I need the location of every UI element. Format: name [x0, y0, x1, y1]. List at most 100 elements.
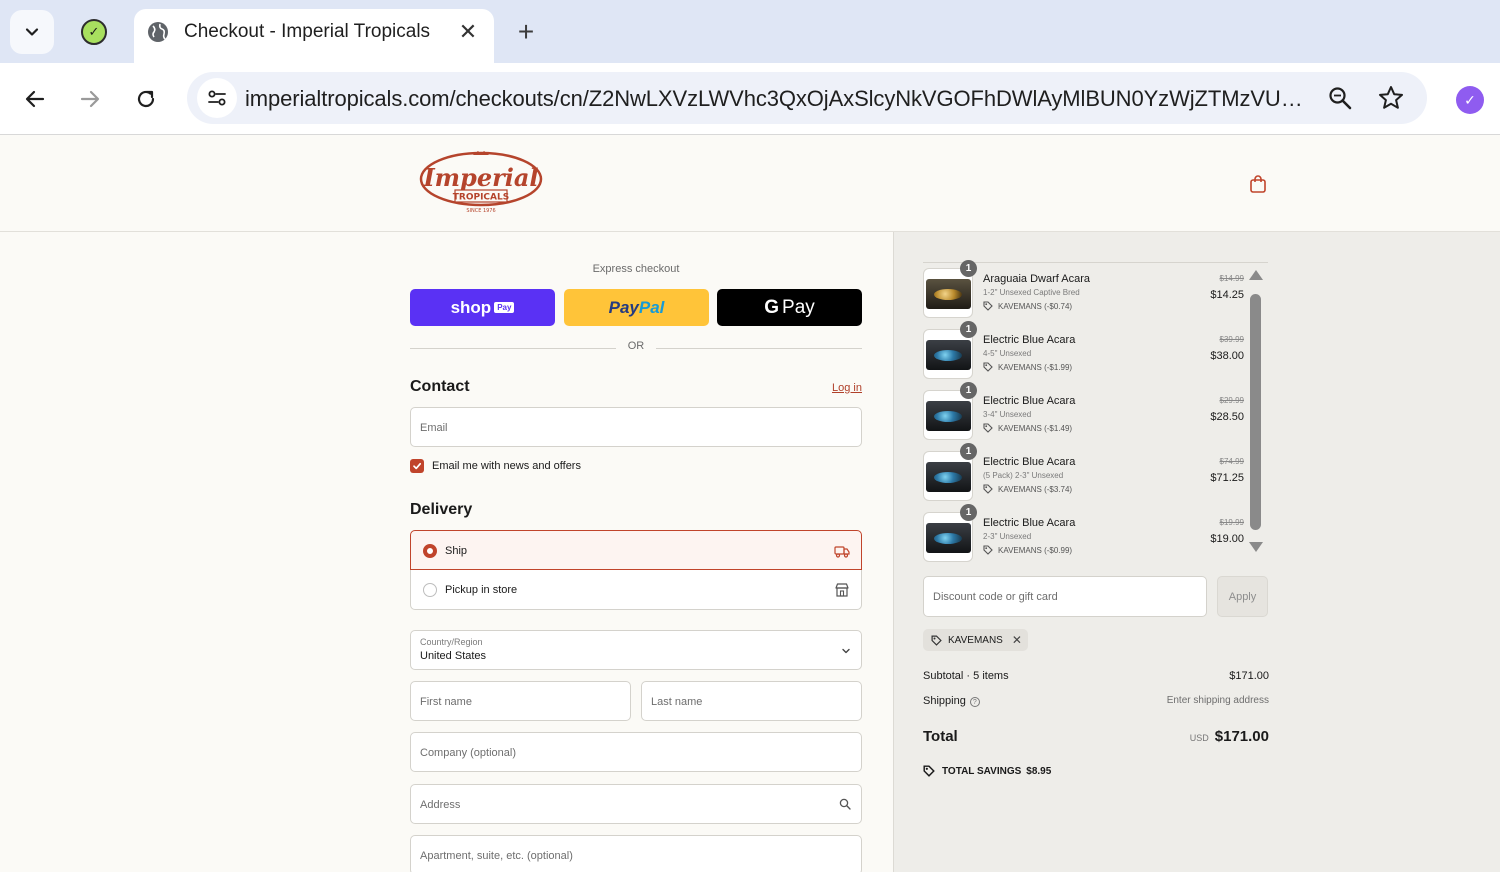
total-currency: USD	[1189, 733, 1209, 743]
total-label: Total	[923, 728, 958, 745]
ship-radio[interactable]	[423, 544, 437, 558]
site-info-button[interactable]	[197, 78, 237, 118]
product-discount-text: KAVEMANS (-$1.99)	[998, 362, 1073, 372]
tag-icon	[983, 362, 993, 372]
applied-discount-chip: KAVEMANS ✕	[923, 629, 1028, 651]
country-value: United States	[420, 650, 487, 662]
zoom-icon[interactable]	[1327, 85, 1353, 111]
shipping-label: Shipping	[923, 695, 966, 707]
close-tab-icon[interactable]: ✕	[456, 19, 480, 44]
last-name-field[interactable]: Last name	[641, 681, 862, 721]
product-variant: 1-2" Unsexed Captive Bred	[983, 288, 1080, 297]
pinned-tab[interactable]: ✓	[76, 14, 112, 50]
tag-icon	[983, 423, 993, 433]
subtotal-row: Subtotal · 5 items $171.00	[923, 670, 1269, 686]
delivery-method-group: Ship Pickup in store	[410, 530, 862, 610]
shipping-label-group: Shipping?	[923, 695, 980, 707]
product-name: Electric Blue Acara	[983, 456, 1076, 468]
apply-discount-button[interactable]: Apply	[1217, 576, 1268, 617]
scroll-down-arrow-icon[interactable]	[1249, 542, 1263, 552]
product-variant: 2-3" Unsexed	[983, 532, 1032, 541]
original-price: $29.99	[1219, 396, 1244, 405]
savings-value: $8.95	[1026, 765, 1052, 777]
email-placeholder: Email	[420, 422, 448, 434]
quantity-badge: 1	[960, 504, 977, 521]
fish-photo-icon	[934, 350, 962, 361]
ship-label: Ship	[445, 545, 468, 557]
last-name-placeholder: Last name	[651, 696, 703, 708]
fish-photo-icon	[934, 411, 962, 422]
help-icon[interactable]: ?	[969, 697, 980, 707]
product-photo	[926, 462, 971, 492]
bookmark-star-icon[interactable]	[1377, 84, 1405, 112]
shipping-row: Shipping? Enter shipping address	[923, 695, 1269, 711]
log-in-link[interactable]: Log in	[820, 382, 862, 394]
first-name-field[interactable]: First name	[410, 681, 631, 721]
product-discount: KAVEMANS (-$0.74)	[983, 301, 1072, 311]
apartment-field[interactable]: Apartment, suite, etc. (optional)	[410, 835, 862, 872]
shop-pay-wordmark: shop	[450, 297, 492, 317]
discounted-price: $28.50	[1210, 411, 1244, 423]
paypal-wordmark-a: Pay	[608, 297, 639, 317]
email-field[interactable]: Email	[410, 407, 862, 447]
original-price: $19.99	[1219, 518, 1244, 527]
savings-tag-icon	[923, 765, 935, 777]
address-placeholder: Address	[420, 799, 461, 811]
shopping-bag-icon[interactable]	[1249, 174, 1267, 194]
address-bar[interactable]: imperialtropicals.com/checkouts/cn/Z2NwL…	[187, 72, 1427, 124]
company-field[interactable]: Company (optional)	[410, 732, 862, 772]
imperial-tropicals-logo[interactable]: Imperial TROPICALS SINCE 1976	[418, 150, 544, 216]
pickup-option[interactable]: Pickup in store	[410, 570, 862, 610]
google-g-icon: G	[764, 296, 780, 318]
product-photo	[926, 401, 971, 431]
total-amount: USD $171.00	[1190, 728, 1269, 745]
address-field[interactable]: Address	[410, 784, 862, 824]
quantity-badge: 1	[960, 382, 977, 399]
product-photo	[926, 523, 971, 553]
chevron-down-icon	[25, 28, 39, 36]
shop-pay-button[interactable]: shop Pay	[410, 289, 555, 326]
cart-item-list: 1 Araguaia Dwarf Acara 1-2" Unsexed Capt…	[923, 260, 1268, 562]
apartment-placeholder: Apartment, suite, etc. (optional)	[420, 850, 573, 862]
remove-discount-icon[interactable]: ✕	[1012, 633, 1022, 647]
fish-photo-icon	[934, 533, 962, 544]
pickup-radio[interactable]	[423, 583, 437, 597]
cart-scrollbar[interactable]	[1249, 268, 1263, 556]
profile-avatar-icon[interactable]: ✓	[1456, 86, 1484, 114]
product-variant: 4-5" Unsexed	[983, 349, 1032, 358]
product-discount-text: KAVEMANS (-$0.74)	[998, 301, 1073, 311]
country-select[interactable]: Country/Region United States	[410, 630, 862, 670]
company-placeholder: Company (optional)	[420, 747, 516, 759]
active-tab[interactable]: Checkout - Imperial Tropicals ✕	[134, 9, 494, 63]
delivery-heading: Delivery	[410, 501, 473, 518]
product-name: Electric Blue Acara	[983, 517, 1076, 529]
google-pay-button[interactable]: G Pay	[717, 289, 862, 326]
url-text[interactable]: imperialtropicals.com/checkouts/cn/Z2NwL…	[245, 86, 1313, 112]
product-name: Araguaia Dwarf Acara	[983, 273, 1090, 285]
quantity-badge: 1	[960, 260, 977, 277]
product-discount: KAVEMANS (-$1.99)	[983, 362, 1072, 372]
subtotal-value: $171.00	[1229, 670, 1269, 682]
express-checkout-label: Express checkout	[592, 263, 680, 275]
forward-button[interactable]	[72, 81, 108, 117]
tag-icon	[983, 545, 993, 555]
discounted-price: $71.25	[1210, 472, 1244, 484]
back-button[interactable]	[17, 81, 53, 117]
ship-option[interactable]: Ship	[410, 530, 862, 570]
or-label: OR	[627, 340, 645, 352]
new-tab-button[interactable]: +	[512, 18, 540, 46]
newsletter-checkbox[interactable]	[410, 459, 424, 473]
svg-text:Imperial: Imperial	[422, 163, 538, 192]
product-name: Electric Blue Acara	[983, 395, 1076, 407]
scrollbar-thumb[interactable]	[1250, 294, 1261, 530]
cart-item: 1 Electric Blue Acara 4-5" Unsexed KAVEM…	[923, 321, 1248, 379]
scroll-up-arrow-icon[interactable]	[1249, 270, 1263, 280]
truck-icon	[834, 546, 850, 558]
tab-search-button[interactable]	[10, 10, 54, 54]
divider-line	[410, 348, 616, 349]
discount-code-input[interactable]: Discount code or gift card	[923, 576, 1207, 617]
product-photo	[926, 340, 971, 370]
paypal-button[interactable]: Pay Pal	[564, 289, 709, 326]
arrow-left-icon	[25, 90, 45, 108]
reload-button[interactable]	[128, 81, 164, 117]
